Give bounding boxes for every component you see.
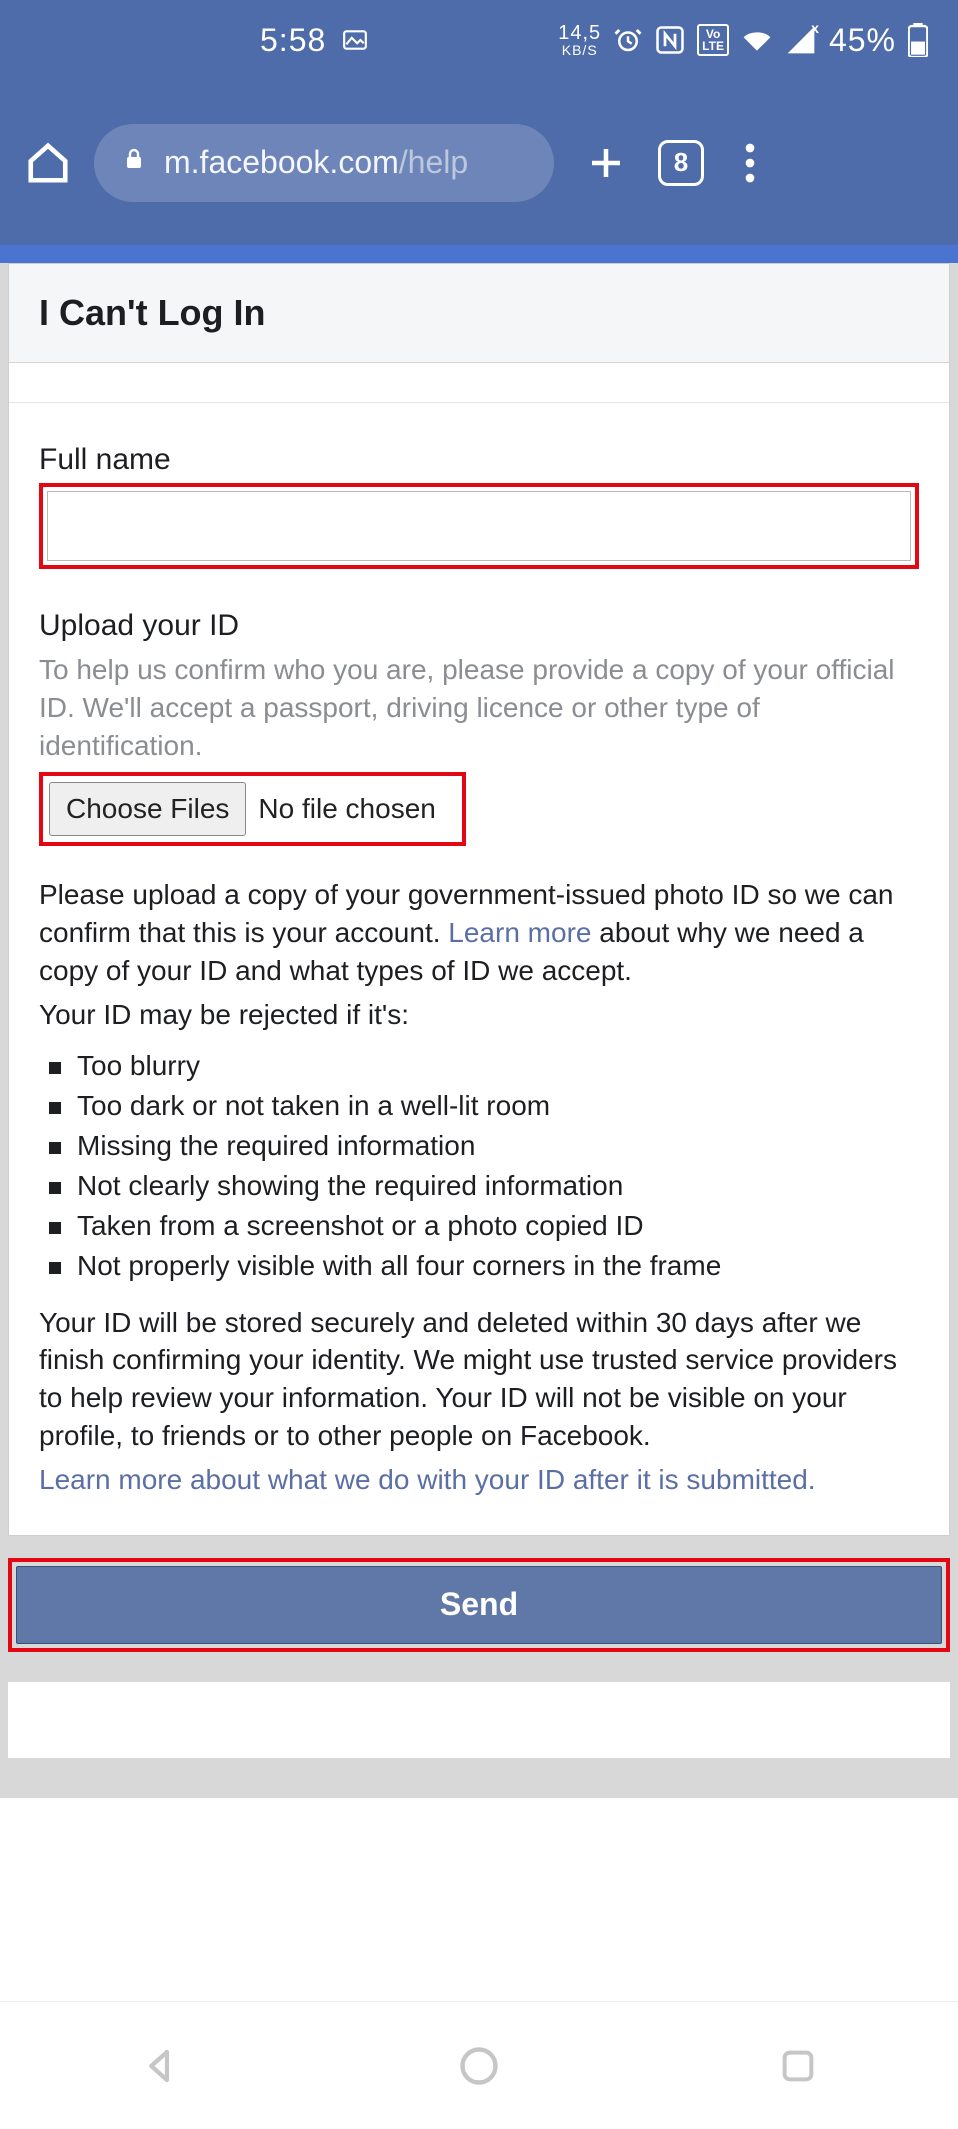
cutoff-section: [8, 1682, 950, 1758]
screenshot-icon: [342, 27, 368, 53]
alarm-icon: [613, 25, 643, 55]
android-status-bar: 5:58 14,5 KB/S Vo LTE x 45%: [0, 0, 958, 80]
full-name-label: Full name: [39, 443, 919, 477]
choose-files-button[interactable]: Choose Files: [49, 782, 246, 836]
learn-more-link-2[interactable]: Learn more about what we do with your ID…: [39, 1461, 919, 1499]
upload-id-label: Upload your ID: [39, 609, 919, 643]
learn-more-link-1[interactable]: Learn more: [448, 917, 591, 948]
list-item: Too blurry: [49, 1046, 919, 1086]
recents-icon[interactable]: [768, 2036, 828, 2096]
new-tab-icon[interactable]: [572, 142, 640, 184]
signal-icon: x: [785, 24, 817, 56]
list-item: Missing the required information: [49, 1126, 919, 1166]
page-title: I Can't Log In: [39, 292, 919, 334]
battery-percent: 45%: [829, 22, 896, 59]
home-nav-icon[interactable]: [449, 2036, 509, 2096]
reject-intro: Your ID may be rejected if it's:: [39, 996, 919, 1034]
card-header: I Can't Log In: [9, 264, 949, 363]
file-input-highlight: Choose Files No file chosen: [39, 772, 466, 846]
browser-toolbar: m.facebook.com/help 8: [0, 80, 958, 245]
send-button[interactable]: Send: [16, 1566, 942, 1644]
url-text: m.facebook.com/help: [164, 144, 468, 181]
status-time: 5:58: [260, 22, 326, 59]
full-name-input[interactable]: [47, 491, 911, 561]
network-speed-indicator: 14,5 KB/S: [558, 23, 601, 57]
facebook-header-strip: [0, 245, 958, 263]
android-nav-bar: [0, 2001, 958, 2129]
reject-reasons-list: Too blurry Too dark or not taken in a we…: [39, 1040, 919, 1304]
list-item: Too dark or not taken in a well-lit room: [49, 1086, 919, 1126]
help-form-card: I Can't Log In Full name Upload your ID …: [8, 263, 950, 1536]
list-item: Not properly visible with all four corne…: [49, 1246, 919, 1286]
list-item: Taken from a screenshot or a photo copie…: [49, 1206, 919, 1246]
upload-id-help: To help us confirm who you are, please p…: [39, 651, 919, 764]
lock-icon: [122, 144, 146, 181]
address-bar[interactable]: m.facebook.com/help: [94, 124, 554, 202]
volte-icon: Vo LTE: [697, 24, 729, 56]
full-name-highlight: [39, 483, 919, 569]
upload-instructions: Please upload a copy of your government-…: [39, 876, 919, 989]
page-content: I Can't Log In Full name Upload your ID …: [0, 263, 958, 1798]
home-icon[interactable]: [20, 140, 76, 186]
back-icon[interactable]: [130, 2036, 190, 2096]
spacer-strip: [9, 363, 949, 403]
tab-switcher[interactable]: 8: [658, 140, 704, 186]
wifi-icon: [741, 24, 773, 56]
nfc-icon: [655, 25, 685, 55]
battery-icon: [908, 23, 928, 57]
list-item: Not clearly showing the required informa…: [49, 1166, 919, 1206]
file-status-text: No file chosen: [258, 793, 455, 825]
send-highlight: Send: [8, 1558, 950, 1652]
overflow-menu-icon[interactable]: [722, 143, 778, 183]
storage-disclaimer: Your ID will be stored securely and dele…: [39, 1304, 919, 1455]
